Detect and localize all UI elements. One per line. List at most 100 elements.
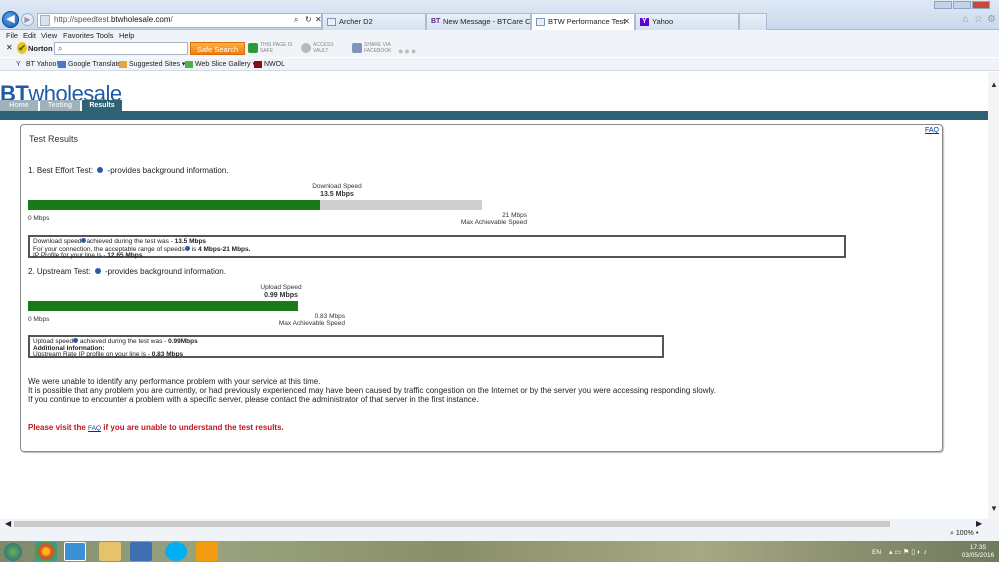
bt-icon: BT <box>431 18 441 25</box>
fav-google-translate[interactable]: Google Translate <box>58 58 121 71</box>
scroll-up-icon[interactable]: ▲ <box>990 80 998 89</box>
vault-icon <box>301 43 311 53</box>
download-speed-label: Download Speed 13.5 Mbps <box>287 183 387 199</box>
back-button[interactable]: ◀ <box>2 11 19 28</box>
fav-label: Suggested Sites <box>129 61 180 68</box>
tab-label: Yahoo <box>652 17 674 26</box>
app-icon[interactable] <box>196 542 218 561</box>
forward-button[interactable]: ▶ <box>21 13 34 26</box>
tab-archer[interactable]: Archer D2 <box>322 13 426 30</box>
browser-titlebar: ◀ ▶ http://speedtest.btwholesale.com/ ⌕ … <box>0 0 999 30</box>
nav-results[interactable]: Results <box>82 100 122 111</box>
speed-value: 13.5 Mbps <box>320 191 354 198</box>
page-content: BTwholesale Home Testing Results Test Re… <box>0 72 988 519</box>
upload-info-box: Upload speed achieved during the test wa… <box>28 335 664 358</box>
acceptable-range-value: 4 Mbps-21 Mbps. <box>198 245 251 253</box>
menu-edit[interactable]: Edit <box>23 30 36 41</box>
norton-toolbar: ✕ ✔ Norton ⌕ Safe Search THIS PAGE IS SA… <box>0 41 999 57</box>
close-window-button[interactable] <box>972 1 990 9</box>
vertical-scrollbar[interactable]: ▲ ▼ <box>988 72 999 519</box>
upload-achieved-value: 0.99Mbps <box>168 338 198 345</box>
upload-min-label: 0 Mbps <box>28 316 50 323</box>
menu-tools[interactable]: Tools <box>96 30 114 41</box>
tab-bt-message[interactable]: BT New Message - BTCare Comm... <box>426 13 531 30</box>
maximize-button[interactable] <box>953 1 971 9</box>
faq-prompt: Please visit the FAQ if you are unable t… <box>28 423 284 432</box>
info-icon[interactable] <box>94 268 101 274</box>
results-panel: Test Results FAQ 1. Best Effort Test: -p… <box>20 124 943 452</box>
page-safe-button[interactable]: THIS PAGE IS SAFE <box>248 42 296 54</box>
tab-yahoo[interactable]: Y Yahoo <box>635 13 739 30</box>
menu-help[interactable]: Help <box>119 30 134 41</box>
horizontal-scrollbar[interactable] <box>14 521 890 527</box>
scroll-left-icon[interactable]: ◀ <box>5 519 11 528</box>
menu-favorites[interactable]: Favorites <box>63 30 94 41</box>
access-vault-button[interactable]: ACCESS VAULT <box>301 42 349 54</box>
menu-file[interactable]: File <box>6 30 18 41</box>
new-tab-button[interactable] <box>739 13 767 30</box>
address-bar[interactable]: http://speedtest.btwholesale.com/ ⌕ ↻ ✕ <box>37 13 322 28</box>
web-slice-icon <box>185 61 193 68</box>
settings-gear-icon[interactable]: ⚙ <box>986 14 997 25</box>
fav-web-slice-gallery[interactable]: Web Slice Gallery ▾ <box>185 58 256 71</box>
status-bar: ◀ ▶ ⌕ 100% ▾ <box>0 519 999 541</box>
scroll-down-icon[interactable]: ▼ <box>990 504 998 513</box>
result-message: We were unable to identify any performan… <box>28 377 716 404</box>
refresh-icon[interactable]: ↻ <box>305 15 312 24</box>
chrome-icon[interactable] <box>35 542 57 561</box>
nav-testing[interactable]: Testing <box>40 100 80 111</box>
scroll-right-icon[interactable]: ▶ <box>976 519 982 528</box>
fav-bt-yahoo[interactable]: Y BT Yahoo! <box>16 58 58 71</box>
heading-suffix: -provides background information. <box>107 166 229 175</box>
heading-text: 1. Best Effort Test: <box>28 166 94 175</box>
max-caption: Max Achievable Speed <box>460 219 527 226</box>
download-bar-track <box>28 200 482 210</box>
header-band <box>0 111 988 120</box>
faq-link[interactable]: FAQ <box>925 127 939 134</box>
menu-view[interactable]: View <box>41 30 57 41</box>
internet-explorer-icon[interactable] <box>64 542 86 561</box>
search-icon[interactable]: ⌕ <box>294 15 298 25</box>
start-button[interactable] <box>4 543 22 561</box>
page-safe-label: THIS PAGE IS SAFE <box>260 42 293 54</box>
media-player-icon[interactable] <box>130 542 152 561</box>
home-icon[interactable]: ⌂ <box>960 14 971 25</box>
close-toolbar-icon[interactable]: ✕ <box>6 43 13 52</box>
fav-label: Google Translate <box>68 61 122 68</box>
close-tab-icon[interactable]: ✕ <box>623 14 630 30</box>
share-facebook-button[interactable]: SHARE VIA FACEBOOK <box>352 42 400 54</box>
nwol-icon <box>254 61 262 68</box>
safe-search-button[interactable]: Safe Search <box>190 42 245 55</box>
message-line: We were unable to identify any performan… <box>28 377 321 386</box>
ip-profile-value: 12.65 Mbps <box>107 252 143 259</box>
faq-inline-link[interactable]: FAQ <box>88 425 101 432</box>
tray-icons[interactable]: ▴ ▭ ⚑ ▯ ◐ ♪ <box>889 548 927 556</box>
close-icon[interactable]: ✕ <box>315 15 322 24</box>
fav-nwol[interactable]: NWOL <box>254 58 285 71</box>
page-icon <box>536 18 545 26</box>
file-explorer-icon[interactable] <box>99 542 121 561</box>
nav-home[interactable]: Home <box>0 100 38 111</box>
info-text: Download speed <box>33 238 82 245</box>
speed-value: 0.99 Mbps <box>264 292 298 299</box>
zoom-level[interactable]: ⌕ 100% ▾ <box>950 530 979 538</box>
info-icon[interactable] <box>97 167 104 173</box>
shield-check-icon <box>248 43 258 53</box>
max-value: 0.83 Mbps <box>314 313 345 320</box>
fav-suggested-sites[interactable]: Suggested Sites ▾ <box>119 58 185 71</box>
favorites-star-icon[interactable]: ☆ <box>973 14 984 25</box>
clock[interactable]: 17:35 03/05/2016 <box>961 544 995 560</box>
language-indicator[interactable]: EN <box>872 549 881 556</box>
norton-label: Norton <box>28 44 53 53</box>
zoom-value: 100% <box>955 530 974 537</box>
tab-btw-performance[interactable]: BTW Performance Test ✕ <box>531 13 635 30</box>
minimize-button[interactable] <box>934 1 952 9</box>
fav-label: Web Slice Gallery <box>195 61 251 68</box>
skype-icon[interactable] <box>165 542 187 561</box>
share-label: SHARE VIA FACEBOOK <box>364 42 392 54</box>
yahoo-icon: Y <box>16 61 21 68</box>
more-icon[interactable]: ●●● <box>398 46 417 56</box>
max-value: 21 Mbps <box>502 212 527 219</box>
tab-label: BTW Performance Test <box>548 17 626 26</box>
norton-search-input[interactable]: ⌕ <box>54 42 188 55</box>
